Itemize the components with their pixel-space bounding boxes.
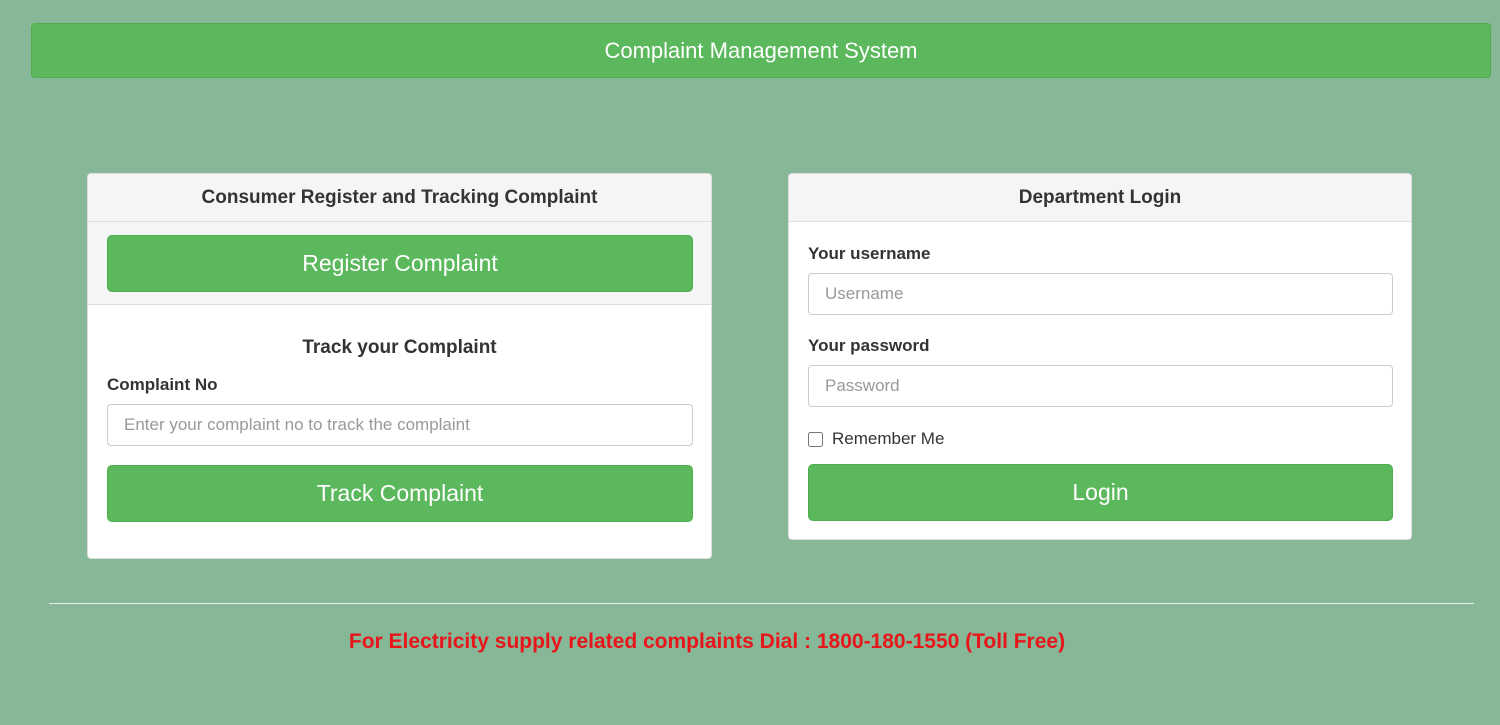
track-complaint-button[interactable]: Track Complaint: [107, 465, 693, 522]
consumer-panel: Consumer Register and Tracking Complaint…: [87, 173, 712, 559]
remember-me-label[interactable]: Remember Me: [832, 429, 944, 449]
username-input[interactable]: [808, 273, 1393, 315]
password-input[interactable]: [808, 365, 1393, 407]
consumer-panel-title: Consumer Register and Tracking Complaint: [88, 174, 711, 222]
helpline-notice: For Electricity supply related complaint…: [348, 630, 1066, 653]
complaint-no-input[interactable]: [107, 404, 693, 446]
remember-me-checkbox[interactable]: [808, 432, 823, 447]
track-title: Track your Complaint: [302, 337, 497, 358]
divider: [49, 603, 1474, 604]
login-button[interactable]: Login: [808, 464, 1393, 521]
password-label: Your password: [808, 336, 930, 355]
app-header: Complaint Management System: [31, 23, 1491, 78]
complaint-no-label: Complaint No: [107, 375, 218, 394]
department-panel-title: Department Login: [789, 174, 1411, 222]
username-label: Your username: [808, 244, 931, 263]
register-complaint-button[interactable]: Register Complaint: [107, 235, 693, 292]
department-panel: Department Login Your username Your pass…: [788, 173, 1412, 540]
